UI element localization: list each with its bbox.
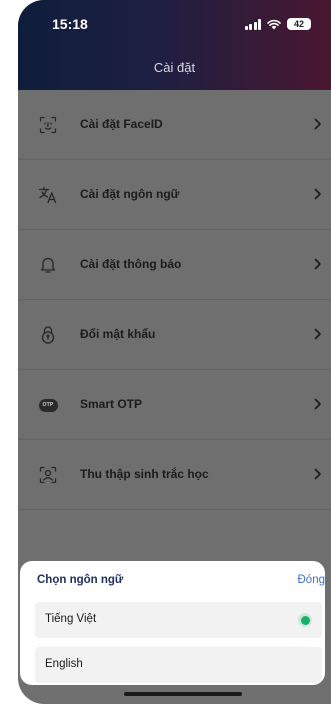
- language-option-english[interactable]: English: [35, 647, 322, 683]
- settings-item-label: Đổi mật khẩu: [80, 327, 156, 341]
- chevron-right-icon: [311, 325, 325, 343]
- signal-icon: [244, 18, 261, 30]
- chevron-right-icon: [311, 465, 325, 483]
- settings-item-language[interactable]: Cài đặt ngôn ngữ: [18, 160, 331, 230]
- language-option-label: English: [45, 658, 83, 670]
- header: 15:18 42 Cài đặt: [18, 0, 331, 90]
- battery-icon: 42: [287, 18, 311, 30]
- otp-badge: OTP: [38, 398, 58, 412]
- chevron-right-icon: [311, 115, 325, 133]
- settings-item-label: Cài đặt thông báo: [80, 257, 182, 271]
- language-option-label: Tiếng Việt: [45, 613, 97, 625]
- close-button[interactable]: Đóng: [298, 574, 326, 586]
- settings-list: Cài đặt FaceID Cài đặt ngôn ngữ Cài đặt …: [18, 90, 331, 510]
- language-picker-sheet: Chọn ngôn ngữ Đóng Tiếng Việt English: [20, 561, 325, 685]
- status-time: 15:18: [52, 16, 88, 32]
- settings-item-label: Thu thập sinh trắc học: [80, 467, 209, 481]
- settings-item-label: Cài đặt FaceID: [80, 117, 163, 131]
- bell-icon: [38, 255, 58, 275]
- radio-selected-icon[interactable]: [298, 613, 312, 627]
- home-indicator: [124, 692, 242, 696]
- wifi-icon: [267, 19, 281, 29]
- faceid-icon: [38, 115, 58, 135]
- chevron-right-icon: [311, 255, 325, 273]
- chevron-right-icon: [311, 185, 325, 203]
- status-icons: 42: [244, 16, 311, 32]
- otp-icon: OTP: [38, 395, 58, 415]
- settings-item-notifications[interactable]: Cài đặt thông báo: [18, 230, 331, 300]
- biometric-icon: [38, 465, 58, 485]
- lock-icon: [38, 325, 58, 345]
- settings-item-label: Cài đặt ngôn ngữ: [80, 187, 180, 201]
- phone-frame: 15:18 42 Cài đặt Cài đặt FaceID Cài đặt …: [0, 0, 331, 704]
- settings-item-label: Smart OTP: [80, 397, 143, 411]
- settings-item-smart-otp[interactable]: OTP Smart OTP: [18, 370, 331, 440]
- settings-item-faceid[interactable]: Cài đặt FaceID: [18, 90, 331, 160]
- sheet-title: Chọn ngôn ngữ: [37, 574, 124, 586]
- settings-item-change-password[interactable]: Đổi mật khẩu: [18, 300, 331, 370]
- status-bar: 15:18 42: [18, 0, 331, 40]
- translate-icon: [38, 185, 58, 205]
- language-option-vietnamese[interactable]: Tiếng Việt: [35, 602, 322, 638]
- page-title: Cài đặt: [153, 60, 196, 75]
- chevron-right-icon: [311, 395, 325, 413]
- settings-item-biometrics[interactable]: Thu thập sinh trắc học: [18, 440, 331, 510]
